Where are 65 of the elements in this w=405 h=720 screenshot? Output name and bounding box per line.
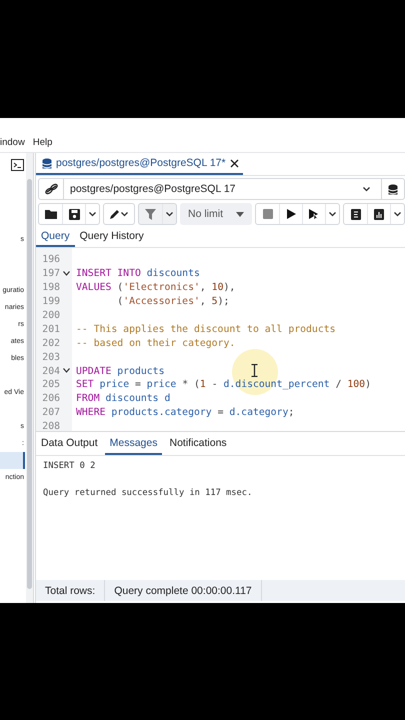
line-number: 199: [41, 296, 60, 308]
dropdown-button[interactable]: [390, 204, 404, 224]
chart-icon: [374, 208, 384, 220]
explain-icon: [350, 208, 360, 220]
fold-chevron-icon[interactable]: [63, 368, 70, 374]
play-icon: [286, 209, 296, 219]
dropdown-button[interactable]: [162, 204, 176, 224]
row-limit-select[interactable]: No limit: [180, 203, 252, 225]
chevron-down-icon: [328, 210, 337, 218]
line-number: 207: [41, 407, 60, 418]
dropdown-button[interactable]: [325, 204, 339, 224]
connection-field[interactable]: postgres/postgres@PostgreSQL 17: [38, 178, 405, 200]
code-line: SET price = price * (1 - d.discount_percent / 100): [76, 378, 371, 392]
scrollbar[interactable]: [26, 153, 33, 603]
output-tab[interactable]: Data Output: [36, 432, 103, 455]
line-number: 196: [41, 254, 60, 266]
editor-tab[interactable]: Query History: [74, 226, 149, 247]
query-status: Query complete 00:00:00.117: [105, 580, 262, 601]
document-tab[interactable]: postgres/postgres@PostgreSQL 17*: [36, 153, 243, 175]
chevron-down-icon: [362, 185, 371, 193]
pen-icon: [109, 208, 120, 220]
link-icon: [44, 183, 58, 195]
caret-down-icon: [236, 212, 244, 216]
line-number: 206: [41, 393, 60, 404]
line-number: 204: [41, 366, 60, 377]
code-line: INSERT INTO discounts: [76, 267, 200, 281]
code-line: WHERE products.category = d.category;: [76, 406, 294, 420]
message-text: Query returned successfully in 117 msec.: [43, 488, 254, 498]
chevron-down-icon: [393, 210, 402, 218]
line-number: 205: [41, 379, 60, 390]
tree-item[interactable]: [0, 452, 25, 469]
terminal-icon[interactable]: [11, 158, 24, 170]
total-rows-label: Total rows:: [36, 580, 106, 601]
database-icon: [42, 158, 52, 168]
code-line: FROM discounts d: [76, 392, 170, 406]
line-number: 203: [41, 352, 60, 363]
line-number: 208: [41, 421, 60, 431]
folder-icon: [44, 209, 56, 219]
chevron-down-icon: [120, 210, 129, 218]
output-tab[interactable]: Messages: [104, 432, 162, 455]
database-icon: [388, 184, 398, 194]
close-icon[interactable]: [230, 158, 239, 168]
save-icon: [68, 208, 80, 220]
output-tab[interactable]: Notifications: [164, 432, 232, 455]
stop-icon: [262, 209, 272, 219]
text-cursor-icon: [251, 364, 258, 377]
code-line: -- This applies the discount to all products: [76, 322, 336, 336]
message-text: INSERT 0 2: [43, 461, 96, 471]
line-number: 201: [41, 324, 60, 335]
line-number: 202: [41, 338, 60, 349]
code-line: ('Accessories', 5);: [116, 295, 230, 309]
line-number: 200: [41, 310, 60, 321]
play-cursor-icon: [308, 208, 320, 220]
menu-item[interactable]: Help: [32, 136, 52, 148]
dropdown-button[interactable]: [85, 204, 99, 224]
menu-item[interactable]: indow: [0, 136, 25, 148]
chevron-down-icon: [88, 210, 97, 218]
chevron-down-icon: [165, 210, 174, 218]
code-line: -- based on their category.: [76, 336, 236, 350]
line-number: 198: [41, 282, 60, 294]
filter-icon: [145, 208, 156, 220]
fold-chevron-icon[interactable]: [63, 270, 70, 276]
code-line: VALUES ('Electronics', 10),: [76, 281, 236, 295]
line-number: 197: [41, 268, 60, 280]
code-line: UPDATE products: [76, 364, 164, 378]
